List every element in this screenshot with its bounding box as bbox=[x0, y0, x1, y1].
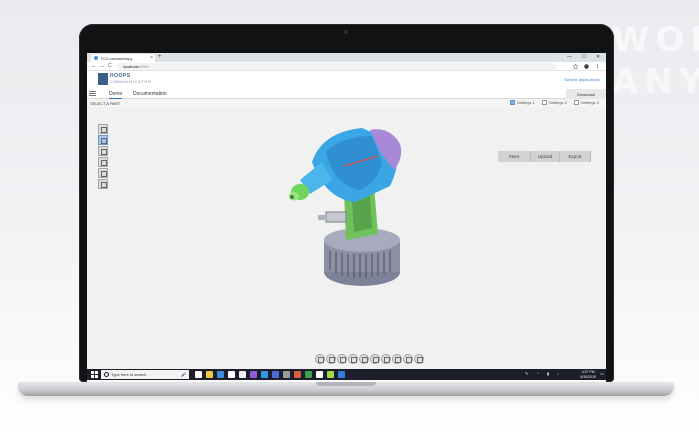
cortana-icon bbox=[104, 372, 109, 377]
logo-subtitle: COMMUNICATOR bbox=[110, 79, 152, 84]
export-button[interactable]: Export bbox=[560, 151, 591, 162]
snapshot-icon[interactable] bbox=[414, 354, 424, 364]
side-toolbar bbox=[98, 124, 109, 190]
pan-icon[interactable] bbox=[326, 354, 336, 364]
microphone-icon[interactable]: 🎤 bbox=[181, 372, 186, 377]
bit-hole bbox=[290, 195, 294, 199]
browser-tab[interactable]: TCG emulat/respy × bbox=[91, 54, 155, 62]
tab-title: TCG emulat/respy bbox=[100, 56, 133, 61]
drill-trigger bbox=[325, 211, 347, 223]
settings-2-label: Settings 2 bbox=[549, 100, 567, 105]
volume-icon[interactable]: ♪ bbox=[557, 371, 559, 376]
vs-icon[interactable] bbox=[250, 371, 257, 378]
settings-1-label: Settings 1 bbox=[517, 100, 535, 105]
part-selection-bar: SELECT A PART Settings 1 Settings 2 Sett… bbox=[87, 99, 606, 107]
trigger-guard bbox=[318, 215, 327, 220]
hamburger-menu-icon[interactable] bbox=[89, 91, 96, 97]
settings-icon[interactable] bbox=[98, 179, 108, 189]
edge-icon[interactable] bbox=[217, 371, 224, 378]
file-explorer-icon[interactable] bbox=[206, 371, 213, 378]
new-tab-button[interactable]: + bbox=[158, 54, 162, 60]
3d-viewer[interactable]: Store Upload Export bbox=[87, 107, 606, 369]
tool-settings-icon[interactable] bbox=[403, 354, 413, 364]
app-icon[interactable] bbox=[272, 371, 279, 378]
3d-drill-model[interactable] bbox=[282, 122, 412, 302]
settings-2-option[interactable]: Settings 2 bbox=[542, 100, 567, 106]
forward-button[interactable]: → bbox=[99, 63, 105, 69]
app5-icon[interactable] bbox=[327, 371, 334, 378]
settings-2-checkbox[interactable] bbox=[542, 100, 547, 106]
app-header: HOOPS COMMUNICATOR Sample applications bbox=[87, 71, 606, 89]
favicon-icon bbox=[94, 56, 98, 60]
home-icon[interactable] bbox=[98, 124, 108, 134]
browser-address-bar: ← → C localhost:8080 bbox=[87, 62, 606, 71]
download-button[interactable]: Download bbox=[566, 89, 606, 99]
select-part-label: SELECT A PART bbox=[90, 101, 121, 106]
settings-3-label: Settings 3 bbox=[581, 100, 599, 105]
background-word-2: ANY bbox=[612, 62, 699, 102]
browser-tab-bar: TCG emulat/respy × + — ☐ ✕ bbox=[87, 53, 606, 62]
search-placeholder: Type here to search bbox=[111, 372, 147, 377]
app2-icon[interactable] bbox=[294, 371, 301, 378]
windows-taskbar: Type here to search 🎤 ✎ ^ ▮ ♪ 4:27 PM 5/… bbox=[87, 369, 606, 380]
laptop-lid: TCG emulat/respy × + — ☐ ✕ ← → C localho… bbox=[79, 24, 614, 390]
browser-menu-icon[interactable] bbox=[595, 64, 600, 69]
reload-button[interactable]: C bbox=[108, 63, 112, 69]
background-word-1: WOR bbox=[612, 20, 699, 60]
app3-icon[interactable] bbox=[305, 371, 312, 378]
store-icon[interactable] bbox=[228, 371, 235, 378]
minimize-button[interactable]: — bbox=[567, 54, 572, 60]
orbit-icon[interactable] bbox=[315, 354, 325, 364]
vscode-icon[interactable] bbox=[261, 371, 268, 378]
network-icon[interactable]: ▮ bbox=[547, 371, 549, 376]
cube-icon[interactable] bbox=[98, 146, 108, 156]
url-text: localhost bbox=[123, 64, 139, 69]
profile-avatar-icon[interactable] bbox=[584, 64, 589, 69]
url-port: :8080 bbox=[138, 64, 149, 69]
clock-date: 5/30/2019 bbox=[580, 374, 596, 379]
windows-start-icon[interactable] bbox=[91, 371, 98, 378]
laptop-screen: TCG emulat/respy × + — ☐ ✕ ← → C localho… bbox=[87, 53, 606, 390]
tab-demo[interactable]: Demo bbox=[109, 91, 123, 99]
app4-icon[interactable] bbox=[316, 371, 323, 378]
zoom-icon[interactable] bbox=[337, 354, 347, 364]
notifications-icon[interactable]: ▭ bbox=[600, 371, 604, 376]
tab-documentation[interactable]: Documentation bbox=[133, 91, 167, 97]
camera-icon[interactable] bbox=[381, 354, 391, 364]
back-button[interactable]: ← bbox=[91, 63, 97, 69]
taskbar-search-input[interactable]: Type here to search 🎤 bbox=[101, 370, 189, 379]
explode-icon[interactable] bbox=[370, 354, 380, 364]
cut-icon[interactable] bbox=[98, 168, 108, 178]
pen-icon[interactable]: ✎ bbox=[525, 371, 528, 376]
markup-icon[interactable] bbox=[392, 354, 402, 364]
url-input[interactable]: localhost:8080 bbox=[117, 63, 557, 70]
task-view-icon[interactable] bbox=[195, 371, 202, 378]
view-icon[interactable] bbox=[348, 354, 358, 364]
measure-icon[interactable] bbox=[98, 157, 108, 167]
laptop-base bbox=[18, 382, 674, 396]
settings-1-option[interactable]: Settings 1 bbox=[510, 100, 535, 106]
clock-time: 4:27 PM bbox=[581, 370, 595, 374]
taskbar-clock[interactable]: 4:27 PM 5/30/2019 bbox=[580, 370, 596, 379]
app6-icon[interactable] bbox=[338, 371, 345, 378]
section-icon[interactable] bbox=[359, 354, 369, 364]
tab-close-icon[interactable]: × bbox=[150, 55, 153, 61]
settings-1-checkbox[interactable] bbox=[510, 100, 515, 106]
sample-applications-link[interactable]: Sample applications bbox=[564, 77, 600, 82]
store-button[interactable]: Store bbox=[498, 151, 531, 162]
close-window-button[interactable]: ✕ bbox=[596, 54, 600, 60]
chrome-icon[interactable] bbox=[239, 371, 246, 378]
laptop-notch bbox=[316, 382, 376, 386]
tray-chevron-icon[interactable]: ^ bbox=[537, 371, 539, 376]
bookmark-star-icon[interactable] bbox=[573, 64, 578, 69]
maximize-button[interactable]: ☐ bbox=[582, 54, 586, 60]
select-icon[interactable] bbox=[98, 135, 108, 145]
terminal-icon[interactable] bbox=[283, 371, 290, 378]
app-menu-bar: Demo Documentation Download bbox=[87, 89, 606, 99]
settings-3-checkbox[interactable] bbox=[574, 100, 579, 106]
hoops-logo-icon bbox=[98, 73, 108, 85]
upload-button[interactable]: Upload bbox=[531, 151, 560, 162]
webcam bbox=[344, 30, 348, 34]
settings-3-option[interactable]: Settings 3 bbox=[574, 100, 599, 106]
